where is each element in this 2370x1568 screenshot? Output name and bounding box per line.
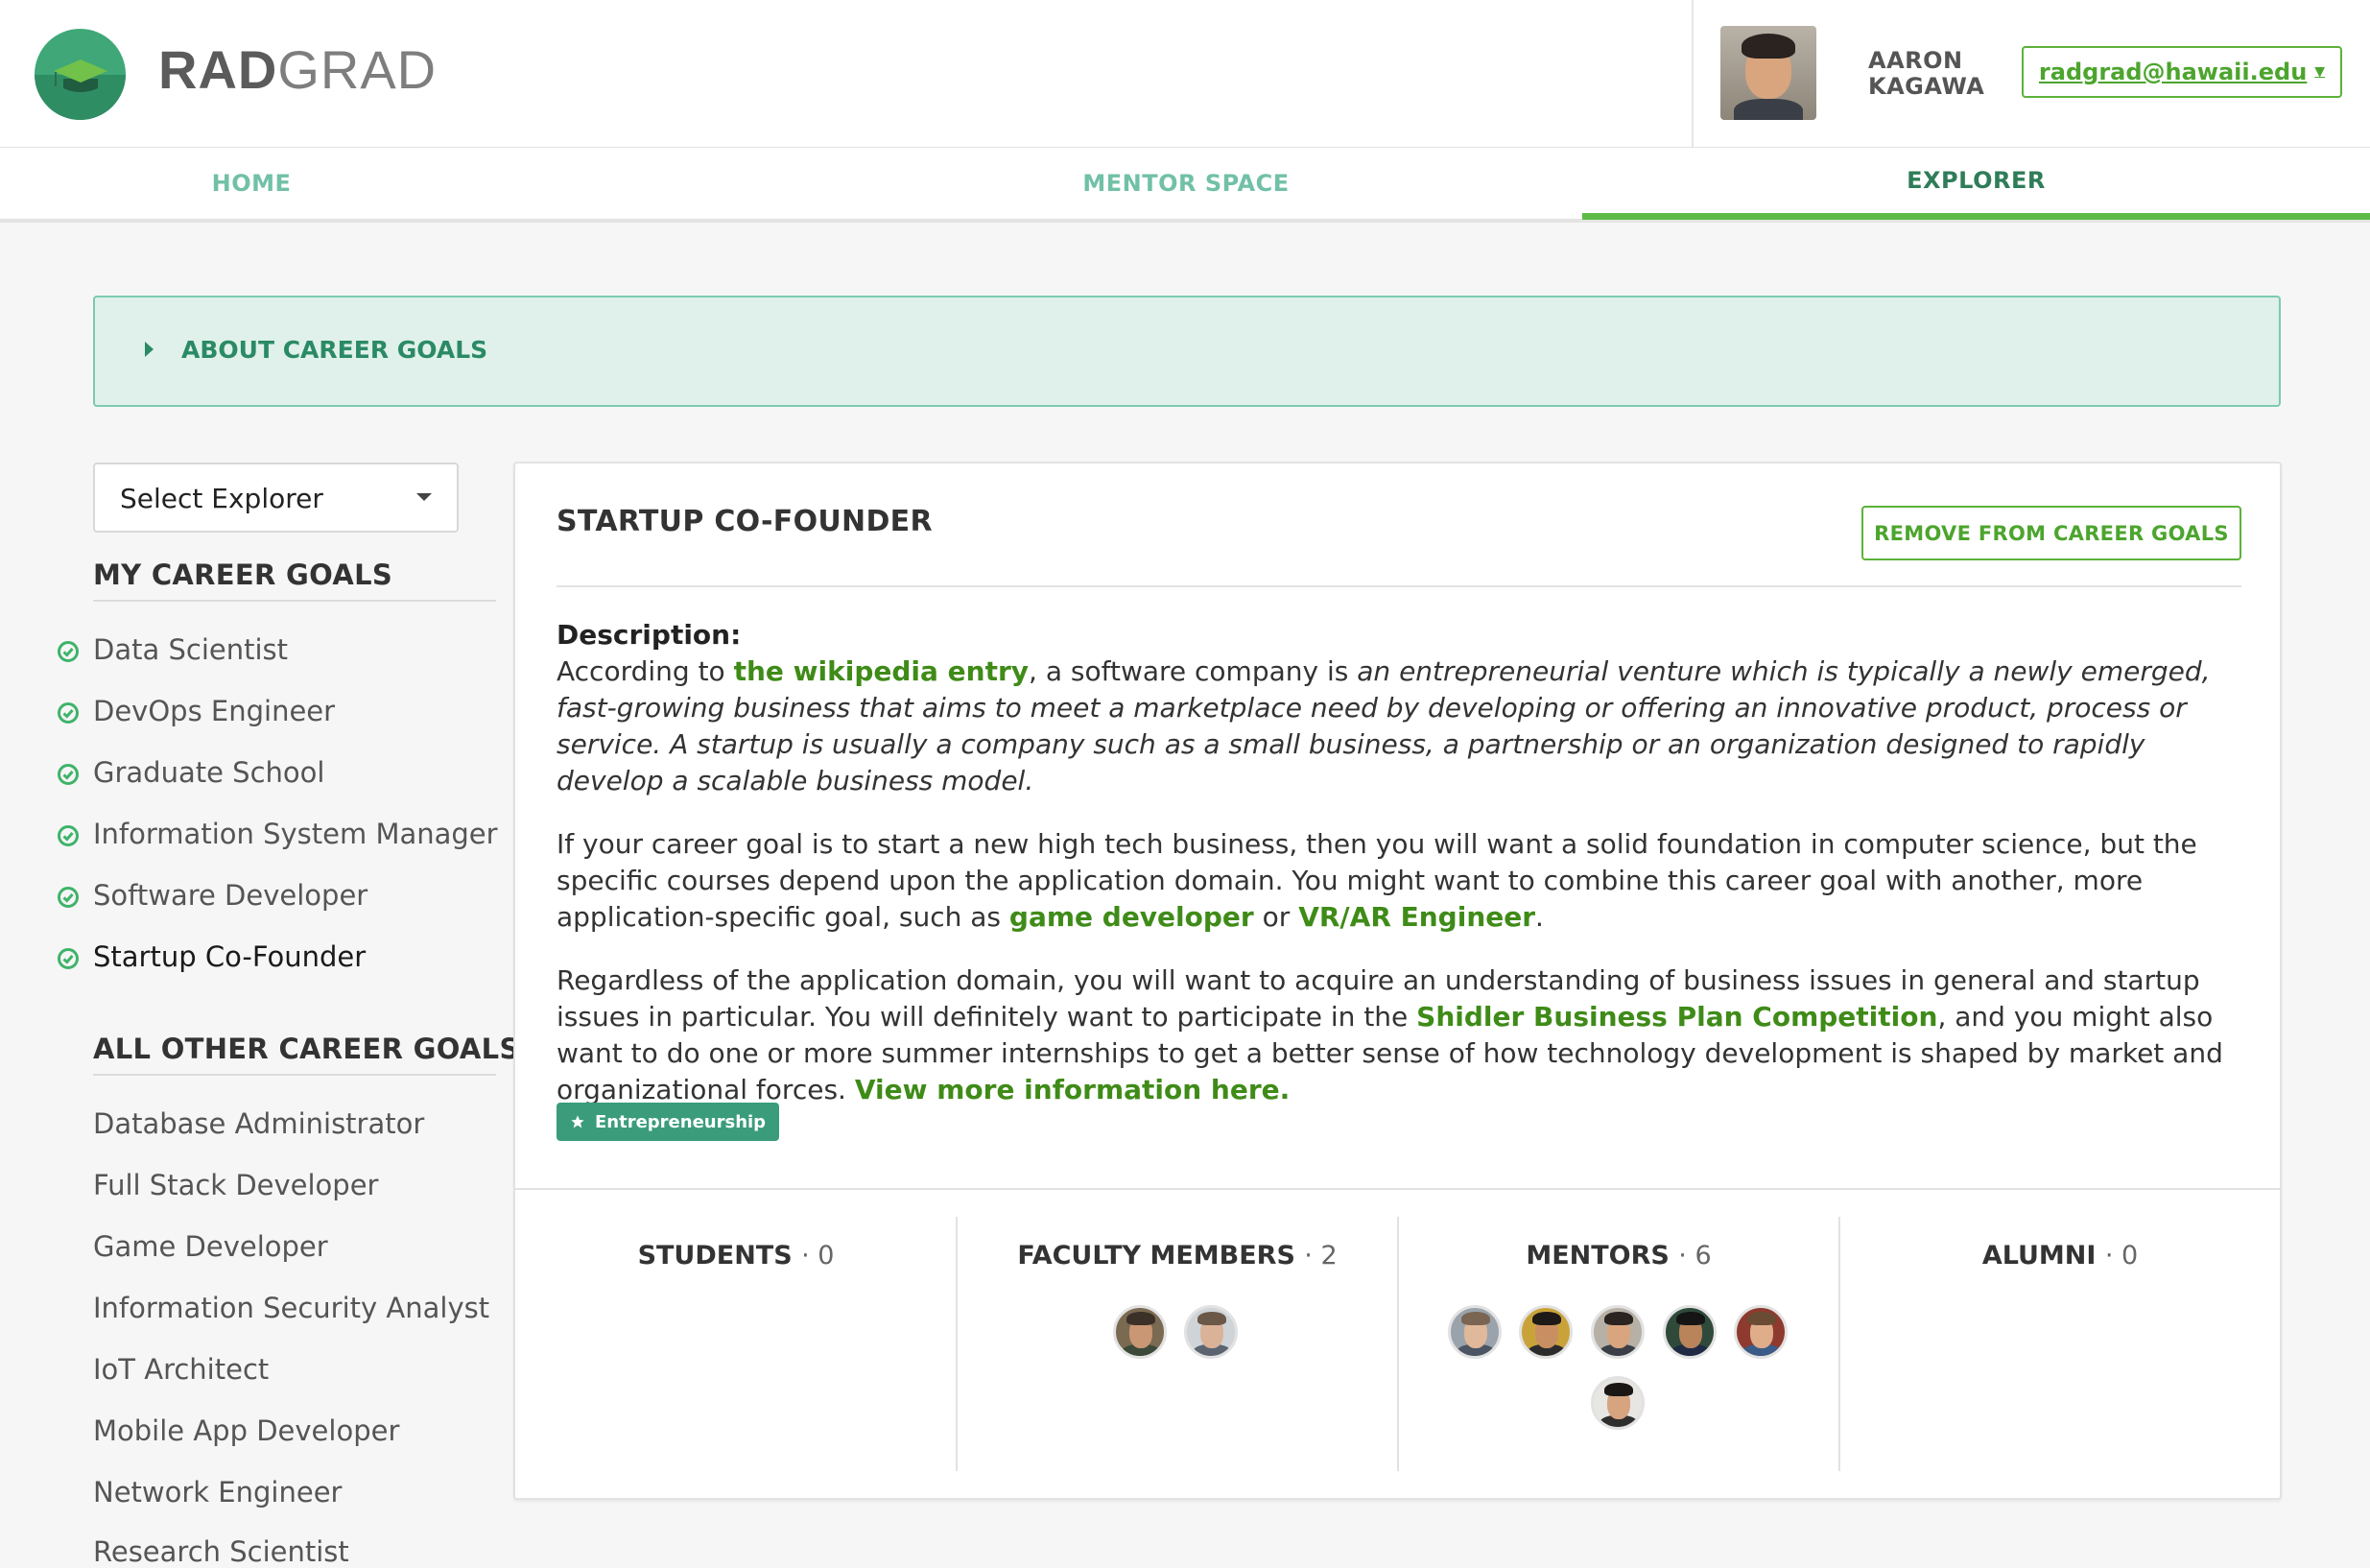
other-goal-item[interactable]: Database Administrator bbox=[93, 1107, 424, 1140]
game-developer-link[interactable]: game developer bbox=[1009, 901, 1254, 933]
check-circle-icon bbox=[58, 641, 79, 662]
my-goal-item[interactable]: Information System Manager bbox=[93, 818, 498, 850]
text-span: According to bbox=[557, 655, 734, 687]
mentors-count: · 6 bbox=[1678, 1241, 1712, 1271]
mentors-label: MENTORS bbox=[1526, 1241, 1670, 1271]
text-span: , a software company is bbox=[1029, 655, 1358, 687]
user-avatar bbox=[1720, 26, 1816, 120]
other-goal-item[interactable]: Game Developer bbox=[93, 1230, 328, 1263]
description-paragraph: According to the wikipedia entry, a soft… bbox=[557, 653, 2255, 799]
tab-home[interactable]: HOME bbox=[0, 148, 503, 218]
check-circle-icon bbox=[58, 764, 79, 785]
faculty-avatar[interactable] bbox=[1184, 1305, 1238, 1359]
mentor-avatar[interactable] bbox=[1663, 1305, 1717, 1359]
user-first-name: AARON bbox=[1868, 47, 1963, 74]
wikipedia-link[interactable]: the wikipedia entry bbox=[734, 655, 1029, 687]
card-divider bbox=[557, 585, 2241, 587]
mentors-stat: MENTORS · 6 bbox=[1398, 1241, 1839, 1271]
students-stat: STUDENTS · 0 bbox=[515, 1241, 957, 1271]
check-circle-icon bbox=[58, 948, 79, 969]
shidler-competition-link[interactable]: Shidler Business Plan Competition bbox=[1416, 1001, 1937, 1033]
mentor-avatar[interactable] bbox=[1591, 1376, 1645, 1430]
tab-explorer-label: EXPLORER bbox=[1907, 167, 2046, 194]
check-circle-icon bbox=[58, 887, 79, 908]
remove-from-career-goals-button[interactable]: REMOVE FROM CAREER GOALS bbox=[1861, 506, 2241, 560]
user-email-label: radgrad@hawaii.edu bbox=[2038, 59, 2308, 85]
tab-explorer[interactable]: EXPLORER bbox=[1582, 148, 2370, 213]
check-circle-icon bbox=[58, 702, 79, 724]
my-goal-item[interactable]: Data Scientist bbox=[93, 633, 288, 666]
about-career-goals-accordion[interactable]: ABOUT CAREER GOALS bbox=[93, 296, 2281, 407]
brand-rest: GRAD bbox=[277, 39, 438, 100]
my-goal-item[interactable]: Software Developer bbox=[93, 879, 367, 912]
brand-name[interactable]: RADGRAD bbox=[158, 38, 437, 101]
alumni-label: ALUMNI bbox=[1981, 1241, 2097, 1271]
user-name: AARON KAGAWA bbox=[1868, 48, 2003, 100]
tab-mentor-space-label: MENTOR SPACE bbox=[1082, 169, 1290, 197]
sidebar-divider bbox=[93, 1074, 496, 1076]
card-divider bbox=[515, 1188, 2280, 1190]
caret-down-icon: ▼ bbox=[2314, 64, 2326, 80]
remove-button-label: REMOVE FROM CAREER GOALS bbox=[1874, 521, 2229, 545]
description-paragraph: Regardless of the application domain, yo… bbox=[557, 962, 2255, 1108]
mentor-avatar[interactable] bbox=[1519, 1305, 1573, 1359]
faculty-count: · 2 bbox=[1304, 1241, 1338, 1271]
text-span: or bbox=[1253, 901, 1299, 933]
tab-home-label: HOME bbox=[211, 169, 292, 197]
faculty-label: FACULTY MEMBERS bbox=[1017, 1241, 1295, 1271]
faculty-avatar[interactable] bbox=[1113, 1305, 1167, 1359]
sidebar-divider bbox=[93, 600, 496, 602]
my-goal-item[interactable]: Graduate School bbox=[93, 756, 324, 789]
caret-down-icon bbox=[416, 493, 432, 501]
tab-mentor-space[interactable]: MENTOR SPACE bbox=[988, 148, 1384, 218]
other-goal-item[interactable]: Full Stack Developer bbox=[93, 1169, 378, 1201]
other-goal-item[interactable]: Research Scientist bbox=[93, 1535, 349, 1568]
user-last-name: KAGAWA bbox=[1868, 73, 1985, 100]
view-more-information-link[interactable]: View more information here. bbox=[855, 1074, 1290, 1105]
other-goal-item[interactable]: Information Security Analyst bbox=[93, 1292, 489, 1324]
faculty-stat: FACULTY MEMBERS · 2 bbox=[957, 1241, 1398, 1271]
active-tab-indicator bbox=[1582, 213, 2370, 220]
star-icon bbox=[571, 1115, 584, 1128]
career-goal-title: STARTUP CO-FOUNDER bbox=[557, 505, 933, 538]
mentor-avatar[interactable] bbox=[1734, 1305, 1788, 1359]
description-heading: Description: bbox=[557, 619, 742, 651]
my-goal-item-current[interactable]: Startup Co-Founder bbox=[93, 940, 366, 973]
brand-bold: RAD bbox=[158, 39, 278, 100]
mentor-avatar[interactable] bbox=[1591, 1305, 1645, 1359]
alumni-stat: ALUMNI · 0 bbox=[1839, 1241, 2281, 1271]
all-other-career-goals-heading: ALL OTHER CAREER GOALS bbox=[93, 1033, 520, 1065]
radgrad-logo-icon[interactable] bbox=[35, 29, 126, 120]
other-goal-item[interactable]: Mobile App Developer bbox=[93, 1414, 399, 1447]
career-goal-description: Description: According to the wikipedia … bbox=[557, 617, 2255, 1135]
interest-tag[interactable]: Entrepreneurship bbox=[557, 1103, 780, 1141]
vr-ar-engineer-link[interactable]: VR/AR Engineer bbox=[1298, 901, 1535, 933]
interest-tag-label: Entrepreneurship bbox=[595, 1111, 767, 1132]
mentor-avatar[interactable] bbox=[1448, 1305, 1502, 1359]
students-count: · 0 bbox=[801, 1241, 835, 1271]
alumni-count: · 0 bbox=[2104, 1241, 2139, 1271]
students-label: STUDENTS bbox=[637, 1241, 793, 1271]
about-career-goals-label: ABOUT CAREER GOALS bbox=[181, 336, 488, 364]
other-goal-item[interactable]: IoT Architect bbox=[93, 1353, 269, 1386]
other-goal-item[interactable]: Network Engineer bbox=[93, 1476, 342, 1509]
check-circle-icon bbox=[58, 825, 79, 846]
my-career-goals-heading: MY CAREER GOALS bbox=[93, 558, 393, 591]
text-span: . bbox=[1535, 901, 1544, 933]
my-goal-item[interactable]: DevOps Engineer bbox=[93, 695, 335, 727]
select-explorer-dropdown[interactable]: Select Explorer bbox=[93, 463, 459, 533]
header-divider bbox=[1692, 0, 1694, 147]
select-explorer-label: Select Explorer bbox=[120, 483, 323, 514]
career-goal-card: STARTUP CO-FOUNDER REMOVE FROM CAREER GO… bbox=[513, 462, 2282, 1500]
description-paragraph: If your career goal is to start a new hi… bbox=[557, 826, 2255, 936]
triangle-right-icon bbox=[145, 342, 154, 357]
top-header: RADGRAD AARON KAGAWA radgrad@hawaii.edu … bbox=[0, 0, 2370, 149]
user-email-dropdown[interactable]: radgrad@hawaii.edu ▼ bbox=[2022, 46, 2342, 98]
